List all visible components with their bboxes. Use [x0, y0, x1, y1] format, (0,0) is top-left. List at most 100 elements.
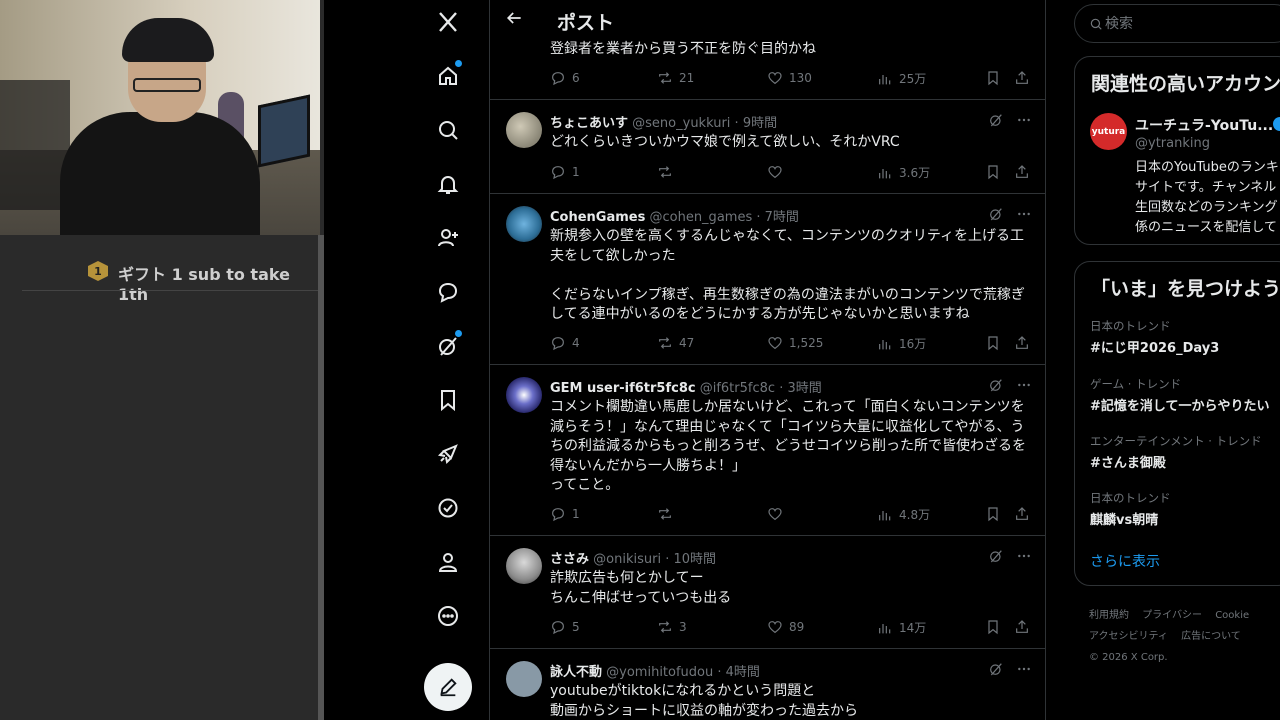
post-actions: 4 47 1,525 16万 — [550, 335, 1030, 355]
bookmark-post-button[interactable] — [985, 164, 1001, 180]
repost-button[interactable] — [657, 506, 679, 522]
post-time[interactable]: 3時間 — [787, 381, 821, 396]
post-item[interactable]: GEM user-if6tr5fc8c @if6tr5fc8c · 3時間 コメ… — [490, 364, 1045, 535]
post-time[interactable]: 7時間 — [765, 210, 799, 225]
reply-button[interactable]: 5 — [550, 619, 580, 635]
views-icon — [879, 168, 891, 178]
post-item[interactable]: ちょこあいす @seno_yukkuri · 9時間 どれくらいきついかウマ娘で… — [490, 99, 1045, 193]
more-options-icon[interactable] — [1016, 377, 1032, 393]
repost-button[interactable]: 47 — [657, 335, 694, 351]
nav-profile[interactable] — [428, 542, 468, 582]
nav-messages[interactable] — [428, 272, 468, 312]
grok-icon[interactable] — [988, 206, 1004, 222]
trend-item[interactable]: 日本のトレンド #にじ甲2026_Day3 — [1090, 318, 1280, 356]
trend-item[interactable]: 日本のトレンド 麒麟vs朝晴 — [1090, 490, 1280, 528]
nav-follow[interactable] — [428, 218, 468, 258]
grok-icon[interactable] — [988, 377, 1004, 393]
like-button[interactable] — [767, 506, 789, 522]
bookmark-post-button[interactable] — [985, 506, 1001, 522]
grok-icon[interactable] — [988, 112, 1004, 128]
default-avatar[interactable] — [506, 661, 542, 697]
post-time[interactable]: 9時間 — [743, 116, 777, 131]
like-button[interactable]: 130 — [767, 70, 812, 86]
views-button[interactable]: 4.8万 — [877, 506, 930, 523]
like-button[interactable]: 89 — [767, 619, 804, 635]
back-button[interactable] — [504, 8, 528, 32]
more-options-icon[interactable] — [1016, 548, 1032, 564]
avatar[interactable] — [506, 112, 542, 148]
nav-grok[interactable] — [428, 326, 468, 366]
more-options-icon[interactable] — [1016, 661, 1032, 677]
trend-item[interactable]: エンターテインメント · トレンド #さんま御殿 — [1090, 433, 1280, 471]
share-button[interactable] — [1014, 619, 1030, 635]
author-name[interactable]: ちょこあいす — [550, 116, 628, 131]
repost-button[interactable]: 21 — [657, 70, 694, 86]
trend-item[interactable]: ゲーム · トレンド #記憶を消して一からやりたい — [1090, 376, 1280, 414]
footer-link-ads[interactable]: 広告について — [1181, 631, 1241, 642]
like-button[interactable] — [767, 164, 789, 180]
view-count: 4.8万 — [899, 508, 931, 522]
more-options-icon[interactable] — [1016, 112, 1032, 128]
avatar[interactable] — [506, 377, 542, 413]
search-icon — [1090, 18, 1102, 30]
share-button[interactable] — [1014, 70, 1030, 86]
bookmark-icon — [988, 507, 998, 522]
search-input[interactable] — [1105, 14, 1265, 34]
post-time[interactable]: 10時間 — [673, 552, 716, 567]
author-name[interactable]: GEM user-if6tr5fc8c — [550, 381, 696, 396]
post-tools — [988, 206, 1032, 222]
grok-icon[interactable] — [988, 661, 1004, 677]
post-item[interactable]: ささみ @onikisuri · 10時間 詐欺広告も何とかしてー ちんこ伸ばせ… — [490, 535, 1045, 648]
footer-link-cookie[interactable]: Cookie — [1215, 610, 1249, 621]
author-name[interactable]: CohenGames — [550, 210, 645, 225]
views-button[interactable]: 3.6万 — [877, 164, 930, 181]
post-header: ささみ @onikisuri · 10時間 — [550, 548, 716, 567]
post-header: GEM user-if6tr5fc8c @if6tr5fc8c · 3時間 — [550, 377, 822, 396]
more-options-icon[interactable] — [1016, 206, 1032, 222]
nav-more[interactable] — [428, 596, 468, 636]
nav-business[interactable] — [428, 434, 468, 474]
nav-bookmarks[interactable] — [428, 380, 468, 420]
share-button[interactable] — [1014, 164, 1030, 180]
share-button[interactable] — [1014, 335, 1030, 351]
repost-button[interactable]: 3 — [657, 619, 687, 635]
repost-button[interactable] — [657, 164, 679, 180]
reply-button[interactable]: 6 — [550, 70, 580, 86]
reply-button[interactable]: 4 — [550, 335, 580, 351]
author-name[interactable]: ささみ — [550, 552, 589, 567]
views-button[interactable]: 25万 — [877, 70, 926, 87]
footer-link-privacy[interactable]: プライバシー — [1142, 610, 1202, 621]
stream-edge — [318, 235, 324, 720]
grok-icon[interactable] — [988, 548, 1004, 564]
nav-notifications[interactable] — [428, 164, 468, 204]
reply-button[interactable]: 1 — [550, 164, 580, 180]
post-item[interactable]: 詠人不動 @yomihitofudou · 4時間 youtubeがtiktok… — [490, 648, 1045, 720]
account-name[interactable]: ユーチュラ-YouTu... — [1135, 115, 1273, 135]
views-button[interactable]: 16万 — [877, 335, 926, 352]
compose-post-button[interactable] — [424, 663, 472, 711]
footer-link-terms[interactable]: 利用規約 — [1089, 610, 1129, 621]
avatar[interactable]: yutura — [1090, 113, 1127, 150]
bookmark-post-button[interactable] — [985, 70, 1001, 86]
views-button[interactable]: 14万 — [877, 619, 926, 636]
bookmark-post-button[interactable] — [985, 619, 1001, 635]
trend-name: #にじ甲2026_Day3 — [1090, 341, 1220, 356]
chat-message: 1 ギフト 1 sub to take 1th — [0, 256, 320, 304]
nav-home[interactable] — [428, 56, 468, 96]
post-actions: 1 4.8万 — [550, 506, 1030, 526]
nav-explore[interactable] — [428, 110, 468, 150]
like-button[interactable]: 1,525 — [767, 335, 823, 351]
x-logo-icon[interactable] — [428, 2, 468, 42]
post-time[interactable]: 4時間 — [726, 665, 760, 680]
author-name[interactable]: 詠人不動 — [550, 665, 602, 680]
avatar[interactable] — [506, 548, 542, 584]
nav-verified[interactable] — [428, 488, 468, 528]
reply-button[interactable]: 1 — [550, 506, 580, 522]
share-button[interactable] — [1014, 506, 1030, 522]
bookmark-post-button[interactable] — [985, 335, 1001, 351]
show-more-link[interactable]: さらに表示 — [1090, 551, 1160, 571]
post-item[interactable]: CohenGames @cohen_games · 7時間 新規参入の壁を高くす… — [490, 193, 1045, 364]
footer-link-accessibility[interactable]: アクセシビリティ — [1089, 631, 1168, 642]
primary-nav — [420, 0, 480, 720]
avatar[interactable] — [506, 206, 542, 242]
